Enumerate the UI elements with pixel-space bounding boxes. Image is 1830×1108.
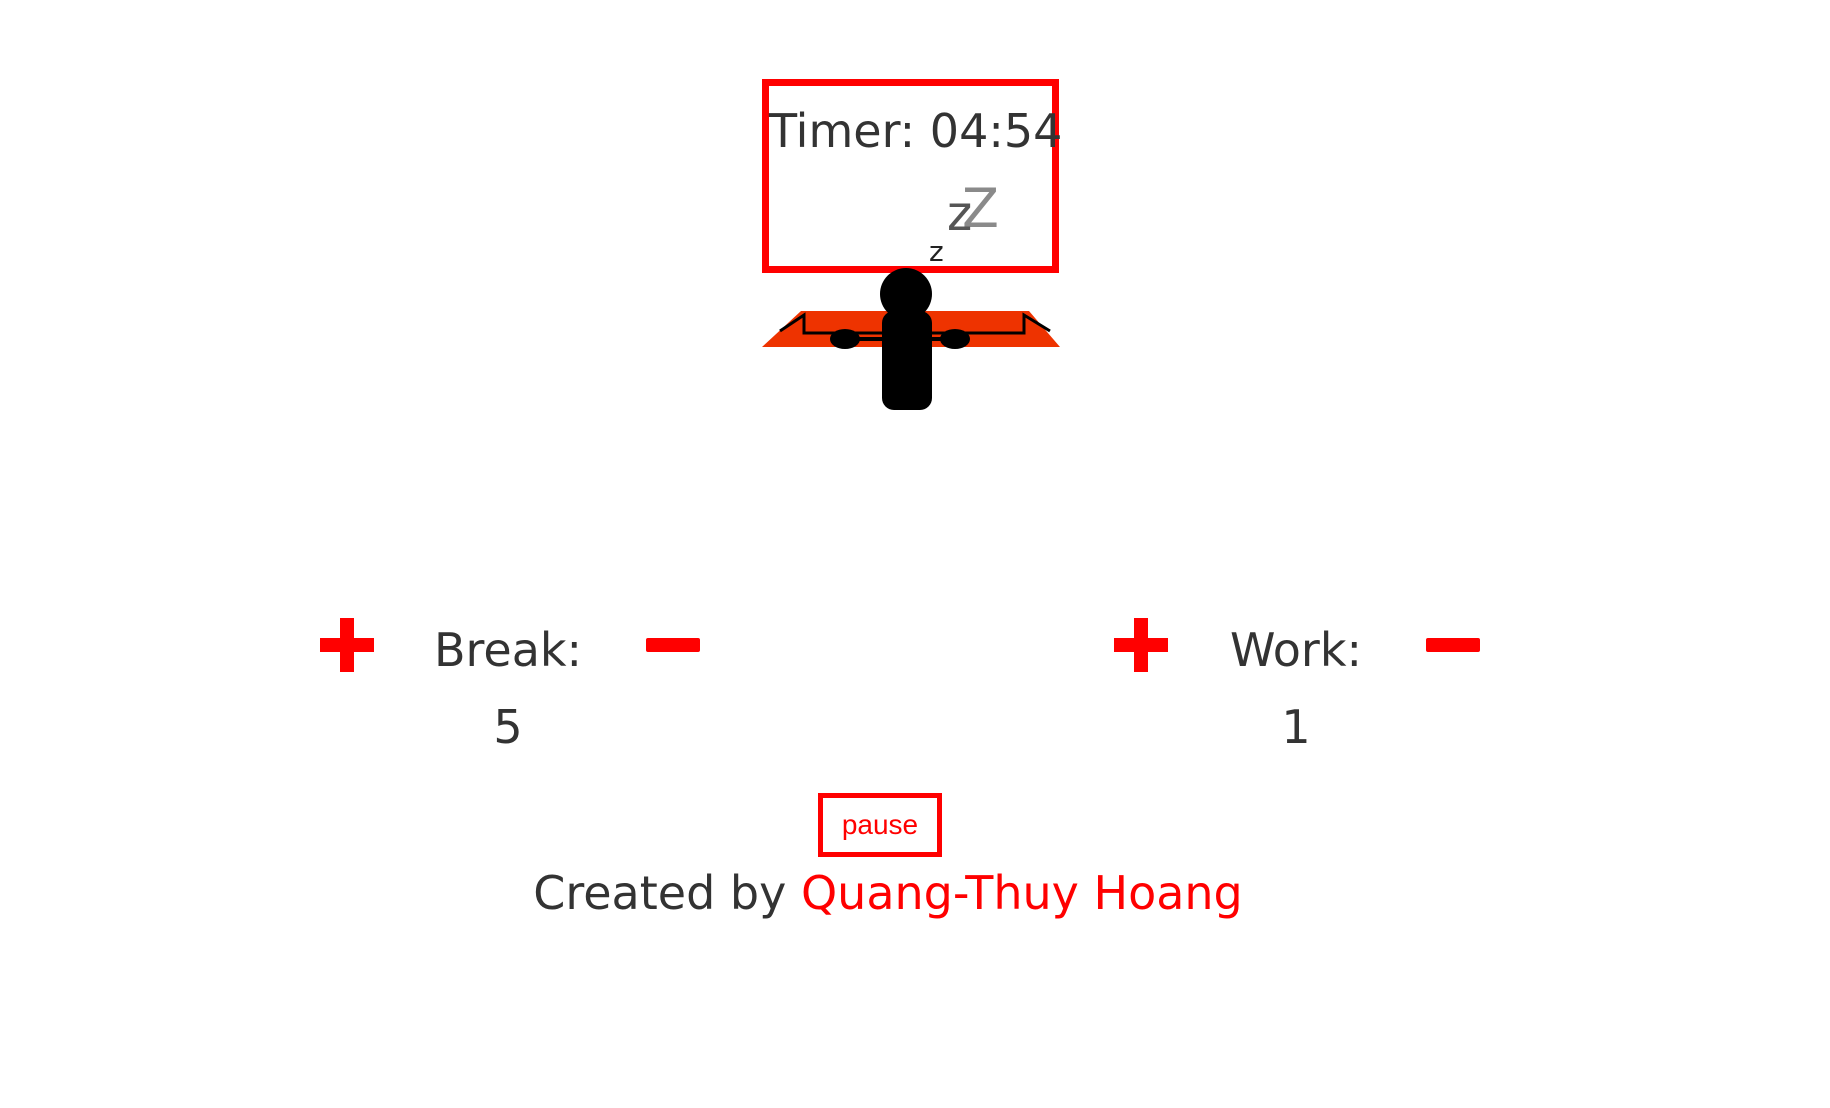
person-head [880, 268, 932, 320]
break-value: 5 [493, 700, 523, 754]
timer-monitor: Timer: 04:54 Z z [762, 79, 1063, 273]
pomodoro-app: Timer: 04:54 Z z z Break: 5 Work: 1 paus… [0, 0, 1830, 1108]
work-decrement-button[interactable] [1426, 618, 1480, 672]
sleep-z-large-front: z [947, 186, 973, 242]
break-label: Break: [433, 623, 583, 677]
author-link[interactable]: Quang-Thuy Hoang [801, 866, 1243, 920]
minus-icon [646, 638, 700, 652]
sleep-z-small: z [929, 235, 944, 268]
break-increment-button[interactable] [320, 618, 374, 672]
pause-button[interactable]: pause [818, 793, 942, 857]
person-body [882, 311, 932, 410]
desk-person-illustration [762, 268, 1060, 410]
break-decrement-button[interactable] [646, 618, 700, 672]
work-increment-button[interactable] [1114, 618, 1168, 672]
credits-prefix: Created by [533, 866, 801, 920]
timer-display: Timer: 04:54 [769, 104, 1063, 158]
minus-icon [1426, 638, 1480, 652]
work-label: Work: [1230, 623, 1362, 677]
credits: Created by Quang-Thuy Hoang [0, 866, 1776, 920]
work-value: 1 [1281, 700, 1311, 754]
